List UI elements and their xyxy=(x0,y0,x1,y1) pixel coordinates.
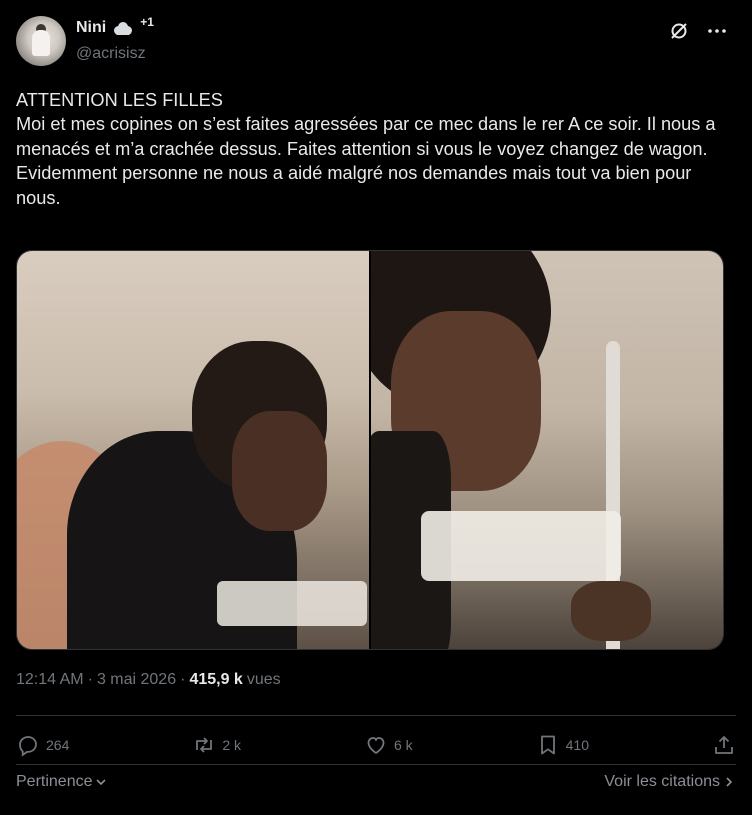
meta-separator: · xyxy=(180,671,186,688)
cloud-icon xyxy=(112,21,133,35)
bookmark-count: 410 xyxy=(565,737,589,753)
reply-icon xyxy=(19,736,37,757)
divider xyxy=(16,764,736,765)
retweet-count: 2 k xyxy=(222,737,242,753)
sort-dropdown[interactable]: Pertinence xyxy=(16,773,107,791)
heart-icon xyxy=(367,737,385,755)
quotes-link-label: Voir les citations xyxy=(604,773,720,790)
chevron-right-icon xyxy=(726,777,733,787)
like-count: 6 k xyxy=(393,737,413,753)
more-icon[interactable] xyxy=(706,20,728,42)
photo-1[interactable] xyxy=(17,251,369,649)
tweet-text: ATTENTION LES FILLES Moi et mes copines … xyxy=(16,90,716,208)
views-count: 415,9 k xyxy=(189,671,243,688)
author-badge: +1 xyxy=(140,15,154,29)
bookmark-icon xyxy=(540,735,555,755)
author-name-row[interactable]: Nini +1 xyxy=(76,15,154,39)
grok-icon[interactable] xyxy=(668,20,690,42)
reply-button[interactable]: 264 xyxy=(16,733,69,757)
tweet-date[interactable]: 3 mai 2026 xyxy=(97,671,176,689)
bookmark-button[interactable]: 410 xyxy=(536,733,589,757)
retweet-icon xyxy=(196,737,213,753)
tweet-header-actions xyxy=(668,20,728,42)
quotes-link[interactable]: Voir les citations xyxy=(604,773,736,791)
tweet-meta: 12:14 AM · 3 mai 2026 · 415,9 k vues xyxy=(16,671,281,689)
photo-2[interactable] xyxy=(371,251,723,649)
avatar[interactable] xyxy=(16,16,66,66)
share-icon xyxy=(715,736,733,754)
tweet: Nini +1 @acrisisz ATTENTION LES FILLES M… xyxy=(0,0,752,815)
sort-label: Pertinence xyxy=(16,773,93,790)
tweet-media[interactable] xyxy=(16,250,724,650)
tweet-time[interactable]: 12:14 AM xyxy=(16,671,84,689)
author-name[interactable]: Nini xyxy=(76,19,106,37)
like-button[interactable]: 6 k xyxy=(364,733,413,757)
reply-count: 264 xyxy=(46,737,70,753)
divider xyxy=(16,715,736,716)
chevron-down-icon xyxy=(95,779,106,786)
views-label: vues xyxy=(246,671,281,688)
tweet-footer: Pertinence Voir les citations xyxy=(16,773,736,791)
tweet-actions: 264 2 k 6 k 410 xyxy=(16,732,736,758)
author-handle[interactable]: @acrisisz xyxy=(76,45,146,63)
avatar-figure-body xyxy=(32,30,50,56)
share-button[interactable] xyxy=(712,733,736,757)
retweet-button[interactable]: 2 k xyxy=(192,733,241,757)
meta-separator: · xyxy=(87,671,93,688)
